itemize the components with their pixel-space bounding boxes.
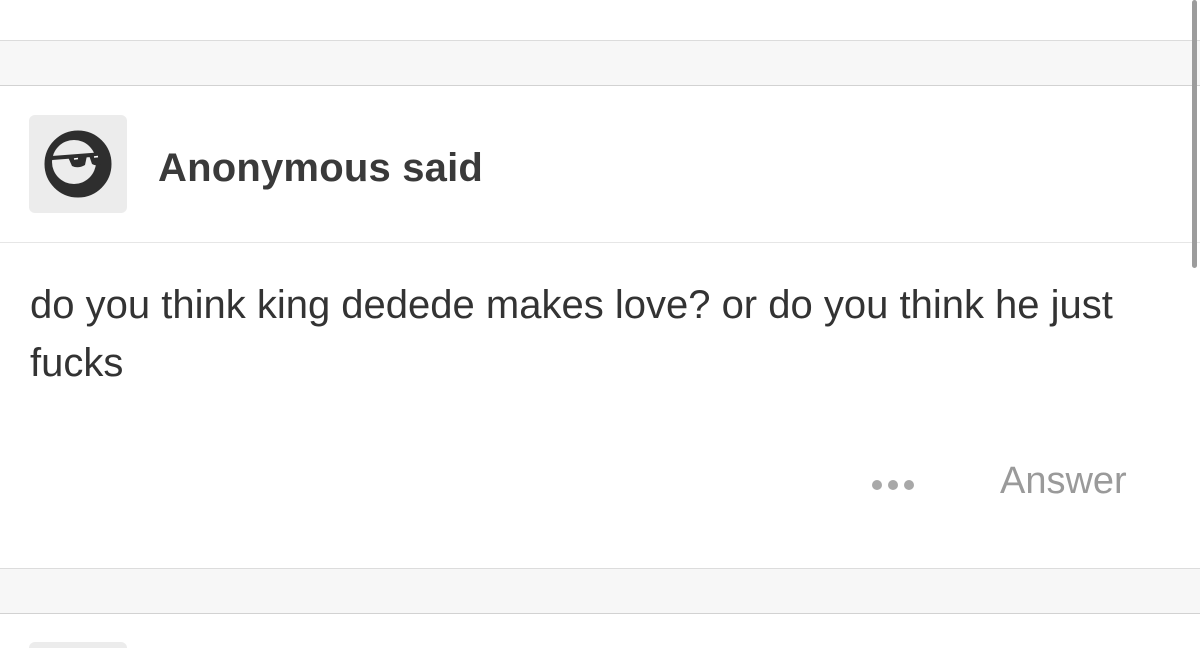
question-text: do you think king dedede makes love? or … bbox=[30, 283, 1113, 385]
avatar[interactable] bbox=[29, 115, 127, 213]
asker-name: Anonymous said bbox=[158, 146, 484, 190]
ellipsis-icon bbox=[872, 480, 882, 490]
previous-post-bottom bbox=[0, 0, 1200, 41]
ellipsis-icon bbox=[904, 480, 914, 490]
more-options-button[interactable] bbox=[858, 470, 928, 500]
page: Anonymous said do you think king dedede … bbox=[0, 0, 1200, 648]
post-separator bbox=[0, 41, 1200, 86]
next-post-avatar bbox=[29, 642, 127, 648]
answer-button[interactable]: Answer bbox=[1000, 460, 1127, 503]
ellipsis-icon bbox=[888, 480, 898, 490]
post-separator bbox=[0, 568, 1200, 614]
ask-card: Anonymous said do you think king dedede … bbox=[0, 86, 1200, 568]
ask-header: Anonymous said bbox=[0, 86, 1200, 243]
anonymous-sunglasses-icon bbox=[44, 130, 112, 198]
scrollbar-thumb[interactable] bbox=[1192, 0, 1197, 268]
scrollbar[interactable] bbox=[1190, 0, 1200, 648]
